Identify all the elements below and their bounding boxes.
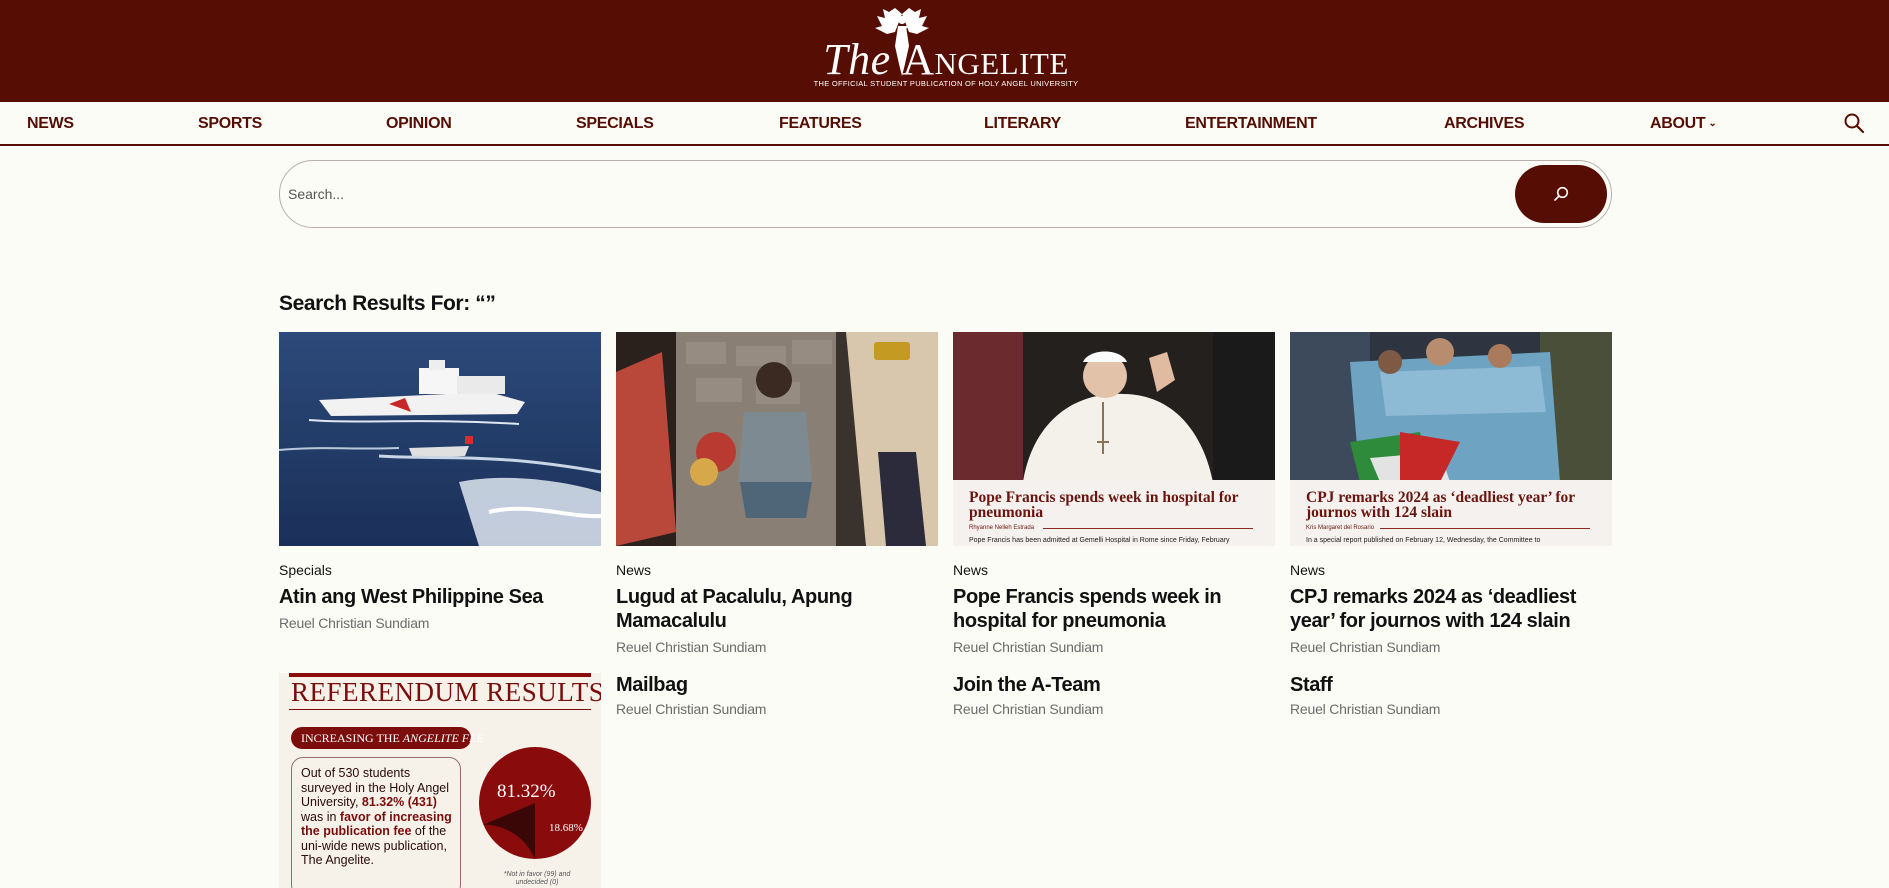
thumbnail-title: CPJ remarks 2024 as ‘deadliest year’ for… [1306, 489, 1575, 521]
article-author[interactable]: Reuel Christian Sundiam [616, 639, 766, 655]
main-navigation: NEWS SPORTS OPINION SPECIALS FEATURES LI… [0, 102, 1889, 146]
search-icon[interactable] [1843, 112, 1865, 134]
page-author[interactable]: Reuel Christian Sundiam [616, 701, 766, 717]
referendum-footnote: *Not in favor (99) and undecided (0) [503, 871, 571, 886]
caption-divider [1380, 528, 1590, 529]
pie-label-against: 18.68% [549, 822, 583, 834]
article-title[interactable]: Pope Francis spends week in hospital for… [953, 585, 1275, 633]
article-category[interactable]: News [953, 562, 988, 578]
thumbnail-caption-card: Pope Francis spends week in hospital for… [953, 480, 1275, 546]
article-thumbnail[interactable]: CPJ remarks 2024 as ‘deadliest year’ for… [1290, 332, 1612, 546]
page-author[interactable]: Reuel Christian Sundiam [953, 701, 1103, 717]
nav-archives[interactable]: ARCHIVES [1444, 115, 1525, 133]
article-title[interactable]: Atin ang West Philippine Sea [279, 585, 601, 609]
result-card: Specials Atin ang West Philippine Sea Re… [279, 332, 601, 632]
thumbnail-body: Pope Francis has been admitted at Gemell… [969, 537, 1230, 544]
article-category[interactable]: News [616, 562, 651, 578]
site-name: The Angelite [823, 35, 1069, 84]
nav-specials[interactable]: SPECIALS [576, 115, 654, 133]
referendum-summary: Out of 530 students surveyed in the Holy… [301, 766, 452, 867]
article-title[interactable]: CPJ remarks 2024 as ‘deadliest year’ for… [1290, 585, 1612, 633]
result-page-item: Staff Reuel Christian Sundiam [1290, 671, 1612, 721]
thumbnail-caption-card: CPJ remarks 2024 as ‘deadliest year’ for… [1290, 480, 1612, 546]
thumbnail-byline: Rhyanne Nelleh Estrada [969, 525, 1035, 531]
search-submit-button[interactable] [1515, 165, 1607, 223]
article-author[interactable]: Reuel Christian Sundiam [1290, 639, 1440, 655]
nav-about-dropdown[interactable]: ABOUT ⌄ [1650, 115, 1717, 133]
article-category[interactable]: News [1290, 562, 1325, 578]
result-card: News Lugud at Pacalulu, Apung Mamacalulu… [616, 332, 938, 655]
site-tagline: THE OFFICIAL STUDENT PUBLICATION OF HOLY… [813, 79, 1079, 88]
thumbnail-byline: Kris Margaret del Rosario [1306, 525, 1375, 531]
referendum-pie-chart: 81.32% 18.68% [479, 747, 591, 859]
search-icon [1554, 186, 1569, 201]
caption-divider [1043, 528, 1253, 529]
nav-literary[interactable]: LITERARY [984, 115, 1061, 133]
article-thumbnail[interactable] [616, 332, 938, 546]
search-input[interactable] [288, 175, 1488, 213]
results-heading: Search Results For: “” [279, 292, 496, 315]
page-author[interactable]: Reuel Christian Sundiam [1290, 701, 1440, 717]
referendum-pill: INCREASING THE ANGELITE FEE [291, 727, 484, 749]
thumbnail-title: Pope Francis spends week in hospital for… [969, 489, 1239, 521]
result-page-item: Mailbag Reuel Christian Sundiam [616, 671, 938, 721]
decorative-rule [289, 709, 591, 710]
page-title[interactable]: Mailbag [616, 673, 938, 697]
result-card: CPJ remarks 2024 as ‘deadliest year’ for… [1290, 332, 1612, 655]
masthead: The Angelite THE OFFICIAL STUDENT PUBLIC… [0, 0, 1889, 102]
site-logo[interactable]: The Angelite THE OFFICIAL STUDENT PUBLIC… [813, 6, 1079, 90]
nav-opinion[interactable]: OPINION [386, 115, 452, 133]
thumbnail-body: In a special report published on Februar… [1306, 537, 1541, 544]
article-title[interactable]: Lugud at Pacalulu, Apung Mamacalulu [616, 585, 938, 633]
referendum-title: REFERENDUM RESULTS [291, 677, 601, 707]
search-form [279, 160, 1612, 228]
result-card: Pope Francis spends week in hospital for… [953, 332, 1275, 655]
referendum-results-thumbnail[interactable]: REFERENDUM RESULTS INCREASING THE ANGELI… [279, 673, 601, 888]
pie-label-favor: 81.32% [497, 781, 556, 802]
nav-news[interactable]: NEWS [27, 115, 74, 133]
page-title[interactable]: Join the A-Team [953, 673, 1275, 697]
nav-sports[interactable]: SPORTS [198, 115, 262, 133]
result-page-item: Join the A-Team Reuel Christian Sundiam [953, 671, 1275, 721]
nav-entertainment[interactable]: ENTERTAINMENT [1185, 115, 1317, 133]
nav-features[interactable]: FEATURES [779, 115, 862, 133]
article-thumbnail[interactable] [279, 332, 601, 546]
article-author[interactable]: Reuel Christian Sundiam [279, 615, 429, 631]
article-thumbnail[interactable]: Pope Francis spends week in hospital for… [953, 332, 1275, 546]
chevron-down-icon: ⌄ [1708, 118, 1717, 129]
nav-about-label: ABOUT [1650, 115, 1706, 132]
article-category[interactable]: Specials [279, 562, 332, 578]
page-title[interactable]: Staff [1290, 673, 1612, 697]
article-author[interactable]: Reuel Christian Sundiam [953, 639, 1103, 655]
